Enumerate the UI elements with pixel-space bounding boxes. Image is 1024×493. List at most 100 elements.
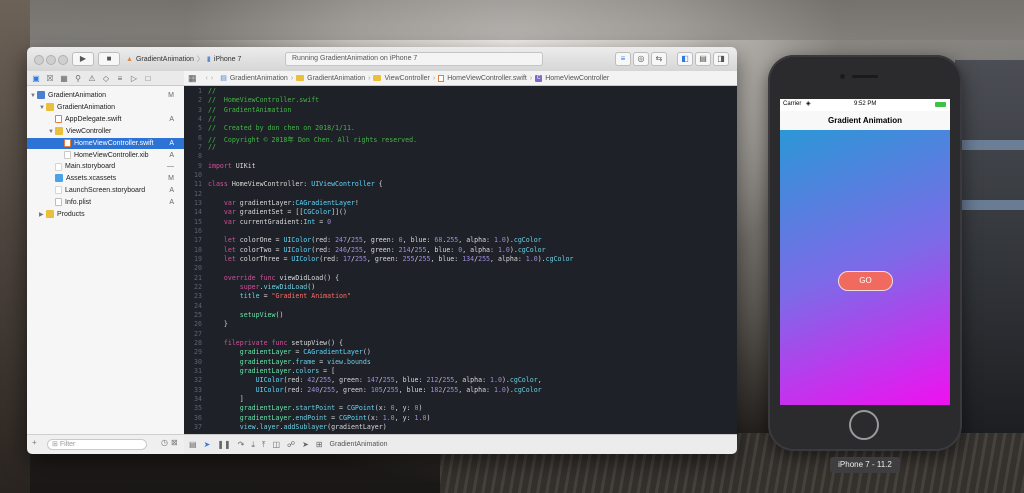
- home-button[interactable]: [849, 410, 879, 440]
- code-token: let: [223, 236, 236, 245]
- memory-graph-icon[interactable]: ☍: [287, 440, 295, 449]
- left-panel-icon: ◧: [681, 54, 689, 63]
- navigator-item[interactable]: Main.storyboard —: [27, 161, 184, 172]
- navigator-item[interactable]: LaunchScreen.storyboard A: [27, 185, 184, 196]
- debug-navigator-icon[interactable]: ≡: [114, 73, 126, 84]
- issue-navigator-icon[interactable]: ⚠: [86, 73, 98, 84]
- code-token: 255: [418, 254, 431, 263]
- breakpoints-toggle-icon[interactable]: ➤: [204, 440, 211, 449]
- standard-editor-button[interactable]: ≡: [615, 52, 631, 66]
- run-button[interactable]: ▶: [72, 52, 94, 66]
- step-out-icon[interactable]: ⤒: [262, 440, 266, 450]
- code-token: 0: [327, 217, 332, 226]
- nav-title: Gradient Animation: [828, 116, 902, 125]
- step-into-icon[interactable]: ⤓: [251, 440, 255, 450]
- code-line[interactable]: gradientLayer.startPoint = CGPoint(x: 0,…: [208, 404, 423, 412]
- go-button[interactable]: GO: [838, 271, 893, 291]
- jumpbar-file[interactable]: HomeViewController.swift: [447, 75, 527, 82]
- navigator-item[interactable]: ▼ GradientAnimation M: [27, 90, 184, 101]
- code-line[interactable]: import UIKit: [208, 162, 256, 170]
- symbol-navigator-icon[interactable]: ▦: [58, 73, 70, 84]
- related-items-icon[interactable]: ▦: [188, 73, 197, 84]
- minimize-button[interactable]: [46, 55, 56, 65]
- add-icon[interactable]: +: [32, 438, 37, 447]
- navigator-item[interactable]: HomeViewController.swift A: [27, 137, 184, 149]
- breakpoint-navigator-icon[interactable]: ▷: [128, 73, 140, 84]
- jumpbar-subgroup[interactable]: ViewController: [384, 75, 429, 82]
- project-navigator-icon[interactable]: ▣: [30, 73, 42, 84]
- code-line[interactable]: var gradientLayer:CAGradientLayer!: [208, 199, 359, 207]
- code-line[interactable]: view.layer.addSublayer(gradientLayer): [208, 423, 387, 431]
- code-line[interactable]: UIColor(red: 240/255, green: 105/255, bl…: [208, 386, 542, 394]
- version-editor-button[interactable]: ⇆: [651, 52, 667, 66]
- recent-files-icon[interactable]: ◷: [161, 438, 168, 447]
- disclosure-open-icon[interactable]: ▼: [39, 103, 46, 114]
- pause-icon[interactable]: ❚❚: [217, 440, 230, 449]
- code-token: UIViewController: [311, 180, 375, 189]
- code-line[interactable]: //: [208, 115, 216, 123]
- source-control-icon[interactable]: ☒: [44, 73, 56, 84]
- code-line[interactable]: gradientLayer.colors = [: [208, 367, 335, 375]
- code-line[interactable]: var gradientSet = [[CGColor]](): [208, 208, 347, 216]
- debug-area-toggle[interactable]: ▤: [695, 52, 711, 66]
- disclosure-open-icon[interactable]: ▼: [48, 127, 55, 138]
- test-navigator-icon[interactable]: ◇: [100, 73, 112, 84]
- step-over-icon[interactable]: ↷: [238, 440, 245, 449]
- code-line[interactable]: UIColor(red: 42/255, green: 147/255, blu…: [208, 376, 542, 384]
- navigator-toggle[interactable]: ◧: [677, 52, 693, 66]
- line-number: 22: [194, 282, 202, 291]
- view-hierarchy-icon[interactable]: ◫: [272, 440, 280, 449]
- jumpbar-symbol[interactable]: HomeViewController: [545, 75, 609, 82]
- code-line[interactable]: let colorOne = UIColor(red: 247/255, gre…: [208, 236, 542, 244]
- jumpbar-group[interactable]: GradientAnimation: [307, 75, 365, 82]
- navigator-item[interactable]: ▼ ViewController: [27, 126, 184, 137]
- find-navigator-icon[interactable]: ⚲: [72, 73, 84, 84]
- hide-debug-area-icon[interactable]: ▤: [189, 440, 197, 449]
- source-editor[interactable]: 1 2 3 4 5 6 7 8 9 10 11 12 13 14 15 16 17 18 19 20 21 22 23 24 2…: [184, 86, 737, 434]
- code-line[interactable]: gradientLayer.endPoint = CGPoint(x: 1.0,…: [208, 414, 431, 422]
- disclosure-closed-icon[interactable]: ▶: [39, 210, 46, 221]
- scheme-device: iPhone 7: [213, 55, 242, 63]
- jumpbar-project[interactable]: GradientAnimation: [230, 75, 288, 82]
- zoom-button[interactable]: [58, 55, 68, 65]
- code-token: UIColor: [255, 385, 284, 394]
- code-line[interactable]: override func viewDidLoad() {: [208, 274, 339, 282]
- code-line[interactable]: //: [208, 143, 216, 151]
- navigator-item[interactable]: ▼ GradientAnimation: [27, 102, 184, 113]
- code-line[interactable]: super.viewDidLoad(): [208, 283, 315, 291]
- code-line[interactable]: ]: [208, 395, 244, 403]
- scheme-selector[interactable]: ▲ GradientAnimation 〉 ▮ iPhone 7: [126, 52, 276, 66]
- code-line[interactable]: // Created by don chen on 2018/1/11.: [208, 124, 355, 132]
- line-number: 10: [194, 170, 202, 179]
- navigator-item[interactable]: AppDelegate.swift A: [27, 114, 184, 125]
- filter-input[interactable]: ⊞ Filter: [47, 439, 147, 450]
- assistant-editor-button[interactable]: ◎: [633, 52, 649, 66]
- code-line[interactable]: var currentGradient:Int = 0: [208, 218, 331, 226]
- navigator-item[interactable]: ▶ Products: [27, 209, 184, 220]
- code-line[interactable]: //: [208, 87, 216, 95]
- forward-icon[interactable]: ›: [211, 75, 213, 82]
- back-icon[interactable]: ‹: [206, 75, 208, 82]
- code-line[interactable]: gradientLayer.frame = view.bounds: [208, 358, 371, 366]
- code-line[interactable]: class HomeViewController: UIViewControll…: [208, 180, 383, 188]
- location-icon[interactable]: ➤: [302, 440, 309, 449]
- navigator-item[interactable]: HomeViewController.xib A: [27, 150, 184, 161]
- code-line[interactable]: title = "Gradient Animation": [208, 292, 351, 300]
- navigator-item[interactable]: Info.plist A: [27, 197, 184, 208]
- code-line[interactable]: // Copyright © 2018年 Don Chen. All right…: [208, 134, 417, 144]
- code-line[interactable]: // GradientAnimation: [208, 106, 291, 114]
- code-line[interactable]: // HomeViewController.swift: [208, 96, 319, 104]
- code-line[interactable]: let colorTwo = UIColor(red: 246/255, gre…: [208, 246, 546, 254]
- close-button[interactable]: [34, 55, 44, 65]
- code-line[interactable]: let colorThree = UIColor(red: 17/255, gr…: [208, 254, 574, 263]
- code-line[interactable]: }: [208, 320, 228, 328]
- utilities-toggle[interactable]: ◨: [713, 52, 729, 66]
- code-line[interactable]: gradientLayer = CAGradientLayer(): [208, 348, 371, 356]
- scm-filter-icon[interactable]: ⊠: [171, 438, 178, 447]
- stop-button[interactable]: ■: [98, 52, 120, 66]
- code-line[interactable]: fileprivate func setupView() {: [208, 339, 343, 347]
- code-line[interactable]: setupView(): [208, 311, 284, 319]
- disclosure-open-icon[interactable]: ▼: [30, 91, 37, 102]
- report-navigator-icon[interactable]: □: [142, 73, 154, 84]
- navigator-item[interactable]: Assets.xcassets M: [27, 173, 184, 184]
